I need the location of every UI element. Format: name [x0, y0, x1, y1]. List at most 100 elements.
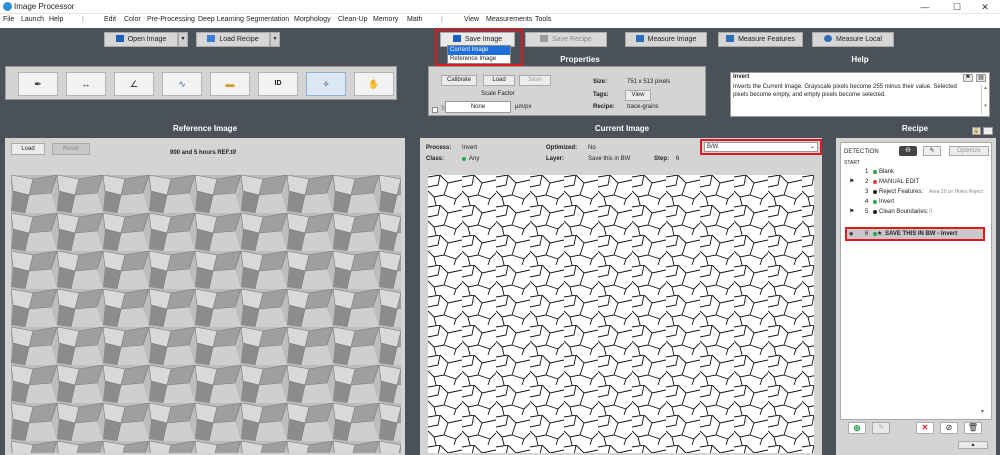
close-button[interactable]: ✕ — [970, 0, 1000, 14]
ruler-tool-icon[interactable]: ▬ — [210, 72, 250, 96]
scale-unit-label: µm/px — [515, 104, 532, 110]
document-icon[interactable]: ▤ — [976, 74, 986, 82]
menu-file[interactable]: File — [3, 16, 14, 23]
size-value: 751 x 513 pixels — [627, 79, 671, 85]
help-panel: Invert ⚑ ▤ Inverts the Current Image. Gr… — [730, 72, 990, 117]
measure-local-button[interactable]: Measure Local — [812, 32, 894, 47]
show-checkbox[interactable] — [432, 107, 438, 113]
magic-wand-tool-icon[interactable]: ✧ — [306, 72, 346, 96]
menu-deep-learning[interactable]: Deep Learning — [198, 16, 244, 23]
reference-reset-button[interactable]: Reset — [52, 143, 90, 155]
save-reference-image-option[interactable]: Reference Image — [448, 55, 510, 64]
help-scrollbar[interactable]: ▴ ▾ — [981, 85, 989, 115]
scale-factor-input[interactable]: None — [445, 101, 511, 113]
reference-micrograph — [11, 175, 401, 453]
measure-image-button[interactable]: Measure Image — [625, 32, 707, 47]
menu-morphology[interactable]: Morphology — [294, 16, 331, 23]
recipe-item[interactable]: 1 Blank — [841, 167, 981, 177]
menu-help[interactable]: Help — [49, 16, 63, 23]
menu-math[interactable]: Math — [407, 16, 423, 23]
minimize-button[interactable]: — — [910, 0, 940, 14]
recipe-title: Recipe — [901, 124, 929, 133]
open-image-dropdown[interactable]: ▾ — [178, 32, 188, 47]
calibration-load-button[interactable]: Load — [483, 75, 515, 86]
eye-icon: ◉ — [849, 231, 854, 237]
load-recipe-dropdown[interactable]: ▾ — [270, 32, 280, 47]
open-image-button[interactable]: Open Image — [104, 32, 178, 47]
flag-icon[interactable]: ⚑ — [963, 74, 973, 82]
hand-tool-icon[interactable]: ✋ — [354, 72, 394, 96]
save-recipe-button[interactable]: Save Recipe — [525, 32, 607, 47]
menu-pre-processing[interactable]: Pre-Processing — [147, 16, 195, 23]
tags-label: Tags: — [593, 92, 609, 98]
recipe-item[interactable]: ⚑ 5 Clean Boundaries: 0 — [841, 207, 981, 217]
save-icon — [452, 35, 461, 42]
calibration-save-button[interactable]: Save — [519, 75, 551, 86]
scroll-down-icon[interactable]: ▾ — [981, 408, 984, 415]
recipe-item[interactable]: 4 Invert — [841, 197, 981, 207]
current-panel: Process: Invert Optimized: No Class: Any… — [420, 138, 822, 455]
menu-measurements[interactable]: Measurements — [486, 16, 532, 23]
menu-edit[interactable]: Edit — [104, 16, 116, 23]
current-grain-boundary-map — [428, 175, 814, 453]
reference-image[interactable] — [11, 175, 401, 453]
collapse-up-icon[interactable]: ▴ — [958, 441, 988, 449]
menu-bar: File Launch Help | Edit Color Pre-Proces… — [0, 14, 1000, 28]
delete-step-icon[interactable]: 🗑 — [964, 422, 982, 434]
recipe-item[interactable]: ⚑ 2 MANUAL EDIT — [841, 177, 981, 187]
maximize-button[interactable]: ☐ — [942, 0, 972, 14]
remove-step-icon[interactable]: ✕ — [916, 422, 934, 434]
menu-tools[interactable]: Tools — [535, 16, 551, 23]
help-title: Help — [851, 55, 869, 64]
reference-load-button[interactable]: Load — [11, 143, 45, 155]
add-step-icon[interactable]: ⊕ — [848, 422, 866, 434]
load-recipe-button[interactable]: Load Recipe — [196, 32, 270, 47]
menu-clean-up[interactable]: Clean-Up — [338, 16, 368, 23]
layer-value: Save this in BW — [588, 156, 631, 162]
reference-filename: 900 and 5 hours REF.tif — [170, 150, 237, 156]
angle-tool-icon[interactable]: ∠ — [114, 72, 154, 96]
recipe-label: Recipe: — [593, 104, 615, 110]
menu-view[interactable]: View — [464, 16, 479, 23]
minus-icon[interactable]: ⊖ — [899, 146, 917, 156]
process-label: Process: — [426, 145, 452, 151]
chevron-down-icon: ⌄ — [809, 144, 815, 150]
save-current-image-option[interactable]: Current Image — [448, 46, 510, 55]
current-title: Current Image — [594, 124, 650, 133]
app-logo-icon — [3, 2, 12, 11]
calibrate-button[interactable]: Calibrate — [441, 75, 477, 86]
target-icon — [824, 35, 833, 42]
optimize-button[interactable]: Optimize — [949, 146, 989, 156]
curve-tool-icon[interactable]: ∿ — [162, 72, 202, 96]
line-measure-tool-icon[interactable]: ↔ — [66, 72, 106, 96]
detection-label: DETECTION — [844, 149, 879, 155]
disable-step-icon[interactable]: ⊘ — [940, 422, 958, 434]
recipe-item-selected[interactable]: ◉ 6 ★ SAVE THIS IN BW - Invert — [847, 229, 983, 239]
view-select[interactable]: B/W ⌄ — [704, 142, 818, 152]
current-image[interactable] — [428, 175, 814, 453]
flag-icon: ⚑ — [849, 209, 855, 215]
measure-features-button[interactable]: Measure Features — [718, 32, 803, 47]
status-dot-icon — [873, 190, 877, 194]
recipe-value: trace-grains — [627, 104, 659, 110]
save-recipe-icon — [540, 35, 549, 42]
menu-segmentation[interactable]: Segmentation — [246, 16, 289, 23]
panel-toggle-icon[interactable] — [983, 127, 993, 135]
menu-color[interactable]: Color — [124, 16, 141, 23]
menu-separator: | — [441, 16, 443, 23]
status-dot-icon — [873, 200, 877, 204]
menu-memory[interactable]: Memory — [373, 16, 398, 23]
step-label: Step: — [654, 156, 669, 162]
edit-step-icon[interactable]: ✎ — [872, 422, 890, 434]
id-tool-button[interactable]: ID — [258, 72, 298, 96]
step-value: 6 — [676, 156, 680, 162]
menu-launch[interactable]: Launch — [21, 16, 44, 23]
recipe-start-label: START — [844, 160, 860, 166]
pipette-tool-icon[interactable]: ✒ — [18, 72, 58, 96]
edit-icon[interactable]: ✎ — [923, 146, 941, 156]
scale-factor-label: Scale Factor — [481, 91, 515, 97]
lock-icon[interactable]: 🔒 — [972, 127, 981, 135]
recipe-item[interactable]: 3 Reject Features: Area 10 px Holes Reje… — [841, 187, 991, 197]
class-value: Any — [469, 156, 480, 162]
tags-view-button[interactable]: View — [625, 90, 651, 101]
